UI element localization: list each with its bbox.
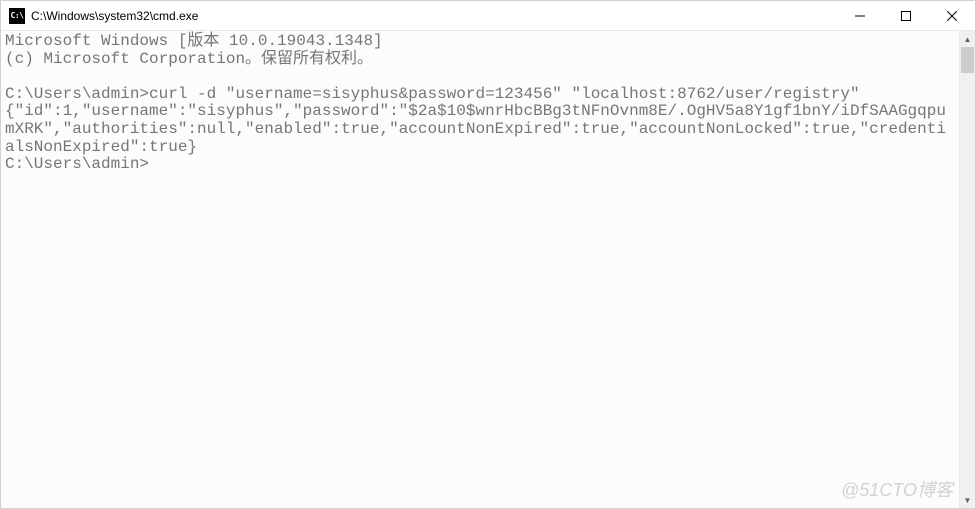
minimize-button[interactable] — [837, 1, 883, 31]
scroll-thumb[interactable] — [961, 47, 974, 73]
console-area: Microsoft Windows [版本 10.0.19043.1348] (… — [1, 31, 975, 508]
close-icon — [947, 11, 957, 21]
maximize-icon — [901, 11, 911, 21]
maximize-button[interactable] — [883, 1, 929, 31]
cmd-icon: C:\ — [9, 8, 25, 24]
vertical-scrollbar[interactable]: ▲ ▼ — [959, 31, 975, 508]
cmd-icon-label: C:\ — [11, 11, 24, 20]
close-button[interactable] — [929, 1, 975, 31]
console-output[interactable]: Microsoft Windows [版本 10.0.19043.1348] (… — [1, 31, 959, 508]
window-title: C:\Windows\system32\cmd.exe — [31, 9, 837, 23]
scroll-up-arrow[interactable]: ▲ — [960, 31, 975, 47]
window-titlebar: C:\ C:\Windows\system32\cmd.exe — [1, 1, 975, 31]
window-controls — [837, 1, 975, 30]
scroll-down-arrow[interactable]: ▼ — [960, 492, 975, 508]
minimize-icon — [855, 11, 865, 21]
